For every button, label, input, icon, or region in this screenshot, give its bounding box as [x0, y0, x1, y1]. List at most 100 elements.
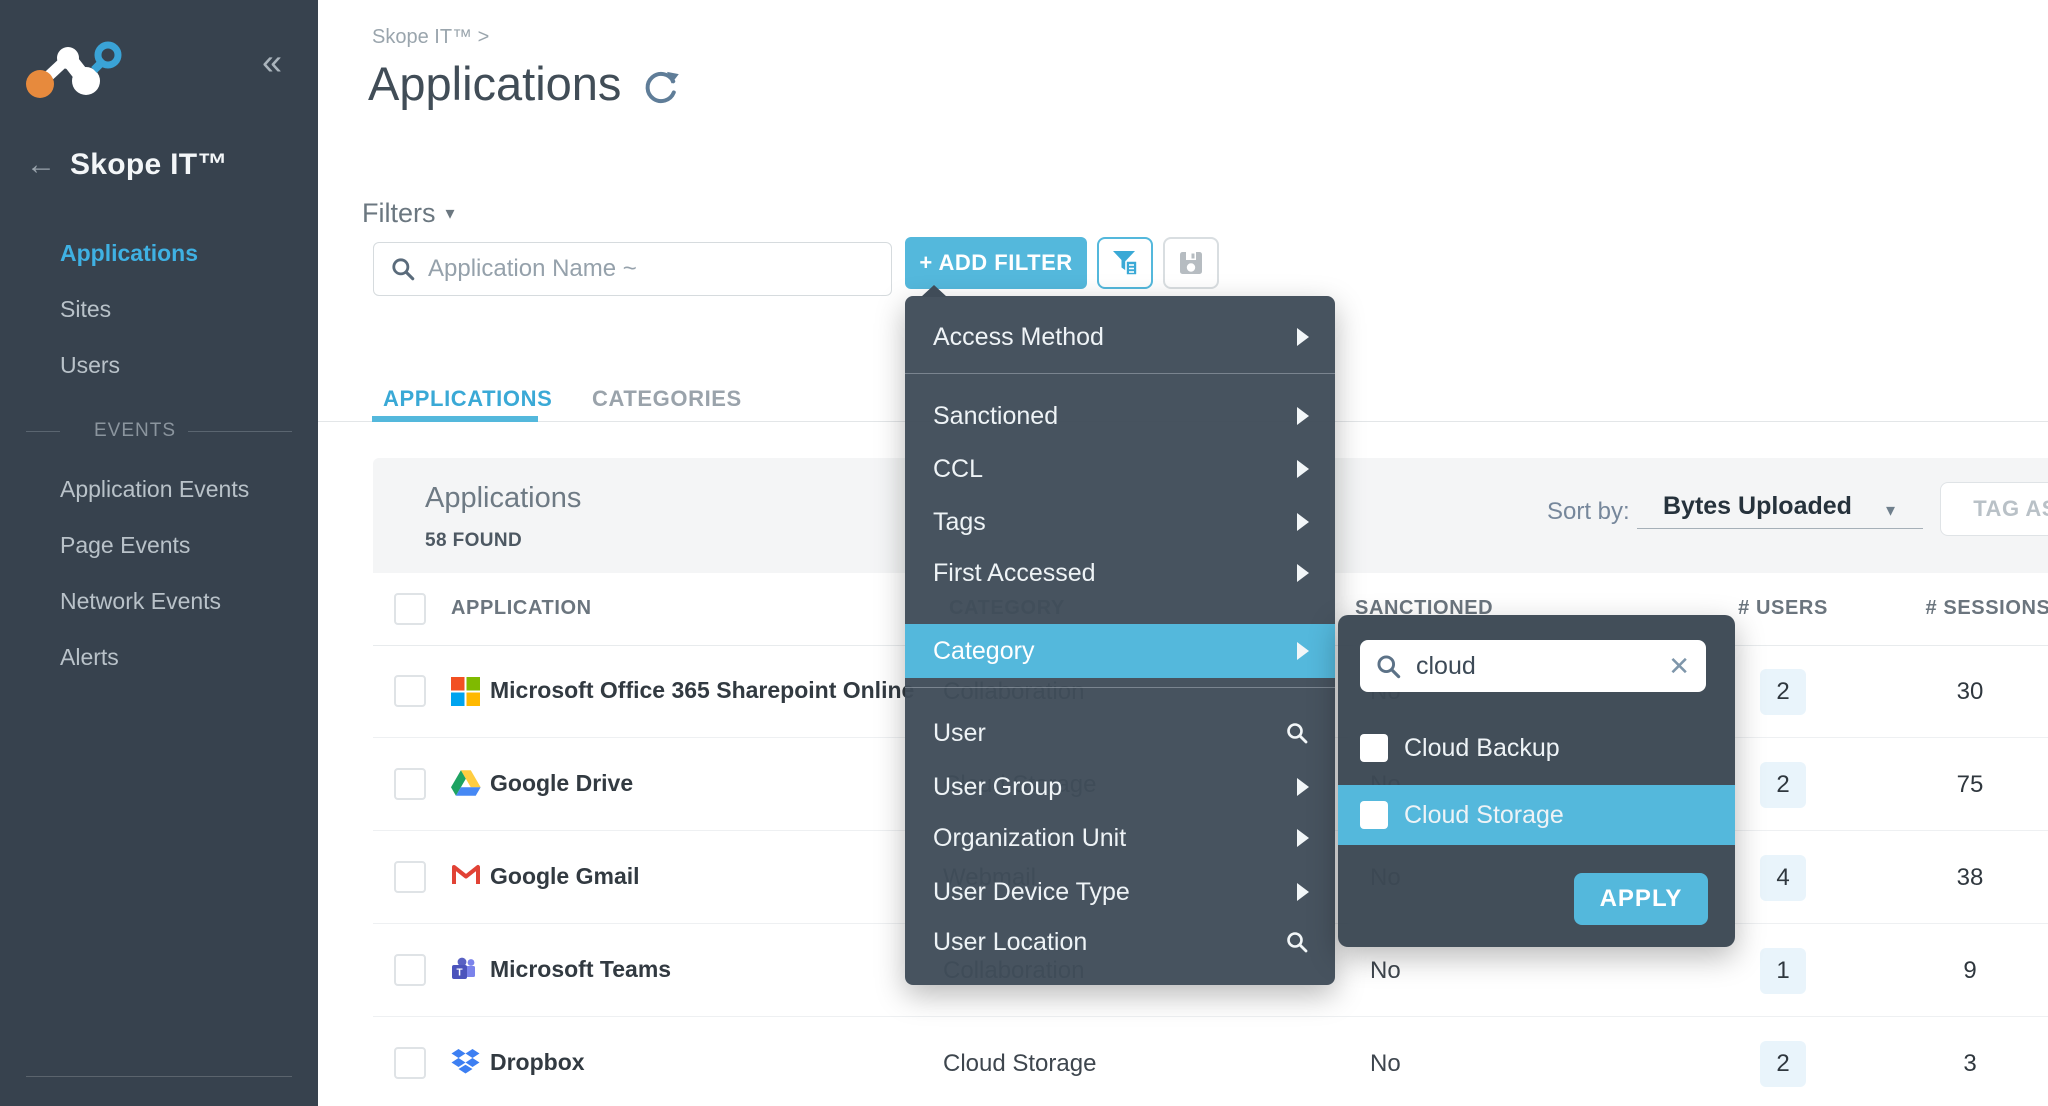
sidebar-section-events: EVENTS	[26, 420, 292, 442]
apply-button[interactable]: APPLY	[1574, 873, 1708, 925]
app-name: Dropbox	[490, 1049, 585, 1076]
add-filter-button[interactable]: + ADD FILTER	[905, 237, 1087, 289]
filter-menu-item-label: Category	[933, 637, 1034, 666]
submenu-arrow-icon	[1297, 328, 1309, 346]
filter-menu-item-first-accessed[interactable]: First Accessed	[905, 546, 1335, 600]
page-title: Applications	[368, 56, 681, 111]
svg-text:T: T	[456, 968, 462, 979]
submenu-arrow-icon	[1297, 460, 1309, 478]
refresh-icon[interactable]	[641, 68, 681, 108]
filter-menu-item-label: Tags	[933, 508, 986, 537]
sessions-count: 38	[1957, 864, 1984, 892]
tag-as-button[interactable]: TAG AS...	[1940, 482, 2048, 536]
category-search-input[interactable]	[1414, 641, 1668, 691]
filter-menu-item-ccl[interactable]: CCL	[905, 442, 1335, 496]
filter-menu-item-user[interactable]: User	[905, 706, 1335, 760]
app-sanctioned: No	[1370, 957, 1401, 985]
tab-categories[interactable]: CATEGORIES	[592, 386, 742, 412]
search-icon	[390, 256, 416, 282]
sort-by-label: Sort by:	[1547, 498, 1630, 526]
sidebar-collapse-icon[interactable]: «	[262, 44, 282, 80]
filters-toggle[interactable]: Filters ▾	[362, 198, 455, 229]
sidebar-title-text: Skope IT™	[70, 148, 228, 182]
select-all-checkbox[interactable]	[394, 593, 426, 625]
category-option-cloud-backup[interactable]: Cloud Backup	[1338, 718, 1735, 778]
row-checkbox[interactable]	[394, 768, 426, 800]
office365-icon	[451, 677, 480, 711]
panel-title: Applications	[425, 482, 581, 515]
search-icon	[1285, 721, 1309, 745]
clear-search-icon[interactable]: ✕	[1668, 651, 1690, 682]
sidebar-item-users[interactable]: Users	[60, 350, 120, 380]
row-checkbox[interactable]	[394, 861, 426, 893]
column-header-application[interactable]: APPLICATION	[451, 597, 592, 620]
submenu-arrow-icon	[1297, 513, 1309, 531]
submenu-arrow-icon	[1297, 642, 1309, 660]
menu-divider	[905, 373, 1335, 374]
teams-icon: T	[451, 956, 477, 987]
filter-menu-item-user-device-type[interactable]: User Device Type	[905, 865, 1335, 919]
skope-it-app: « ← Skope IT™ Applications Sites Users EVE…	[0, 0, 2048, 1106]
results-count: 58 FOUND	[425, 530, 522, 552]
sidebar-item-application-events[interactable]: Application Events	[60, 474, 249, 504]
sidebar-item-sites[interactable]: Sites	[60, 294, 111, 324]
app-name: Microsoft Office 365 Sharepoint Online	[490, 677, 914, 704]
filter-menu-item-label: User Group	[933, 773, 1062, 802]
filter-menu-item-label: User	[933, 719, 986, 748]
sessions-count: 9	[1963, 957, 1976, 985]
users-count-badge: 4	[1760, 855, 1806, 901]
application-name-input[interactable]	[426, 244, 880, 294]
column-header-sessions[interactable]: # SESSIONS	[1926, 597, 2048, 620]
filter-menu-item-user-group[interactable]: User Group	[905, 760, 1335, 814]
breadcrumb[interactable]: Skope IT™ >	[372, 26, 489, 49]
back-arrow-icon[interactable]: ←	[26, 150, 56, 180]
row-checkbox[interactable]	[394, 1047, 426, 1079]
category-option-checkbox[interactable]	[1360, 734, 1388, 762]
filter-menu-item-category[interactable]: Category	[905, 624, 1335, 678]
row-checkbox[interactable]	[394, 954, 426, 986]
sidebar-item-page-events[interactable]: Page Events	[60, 530, 190, 560]
saved-filters-button[interactable]	[1097, 237, 1153, 289]
sidebar-title: ← Skope IT™	[26, 148, 228, 182]
submenu-arrow-icon	[1297, 407, 1309, 425]
filter-menu-item-label: Sanctioned	[933, 402, 1058, 431]
category-option-cloud-storage[interactable]: Cloud Storage	[1338, 785, 1735, 845]
sidebar: « ← Skope IT™ Applications Sites Users EVE…	[0, 0, 318, 1106]
sessions-count: 75	[1957, 771, 1984, 799]
filter-list-icon	[1109, 247, 1141, 279]
app-category: Cloud Storage	[943, 1050, 1096, 1078]
sidebar-item-network-events[interactable]: Network Events	[60, 586, 221, 616]
filter-menu-item-organization-unit[interactable]: Organization Unit	[905, 811, 1335, 865]
category-option-label: Cloud Backup	[1404, 734, 1560, 763]
sidebar-item-applications[interactable]: Applications	[60, 238, 198, 268]
sidebar-item-alerts[interactable]: Alerts	[60, 642, 119, 672]
save-icon	[1177, 249, 1205, 277]
table-row[interactable]: DropboxCloud StorageNo23	[373, 1017, 2048, 1106]
save-filter-button[interactable]	[1163, 237, 1219, 289]
gmail-icon	[451, 863, 481, 892]
menu-divider	[905, 687, 1335, 688]
category-search: ✕	[1360, 640, 1706, 692]
category-option-checkbox[interactable]	[1360, 801, 1388, 829]
category-option-label: Cloud Storage	[1404, 801, 1564, 830]
tab-applications[interactable]: APPLICATIONS	[383, 386, 552, 412]
filter-menu-item-access-method[interactable]: Access Method	[905, 310, 1335, 364]
sort-by-select[interactable]: Bytes Uploaded ▾	[1637, 488, 1923, 529]
filter-menu-item-user-location[interactable]: User Location	[905, 915, 1335, 969]
submenu-arrow-icon	[1297, 829, 1309, 847]
users-count-badge: 2	[1760, 762, 1806, 808]
category-submenu: ✕ Cloud Backup Cloud Storage APPLY	[1338, 615, 1735, 947]
dropbox-icon	[451, 1049, 480, 1080]
users-count-badge: 2	[1760, 1041, 1806, 1087]
app-name: Microsoft Teams	[490, 956, 671, 983]
filter-menu-item-tags[interactable]: Tags	[905, 495, 1335, 549]
column-header-users[interactable]: # USERS	[1738, 597, 1828, 620]
submenu-arrow-icon	[1297, 883, 1309, 901]
filter-menu-item-sanctioned[interactable]: Sanctioned	[905, 389, 1335, 443]
sessions-count: 30	[1957, 678, 1984, 706]
filter-menu-item-label: CCL	[933, 455, 983, 484]
events-label: EVENTS	[60, 420, 188, 442]
filter-menu-item-label: First Accessed	[933, 559, 1096, 588]
row-checkbox[interactable]	[394, 675, 426, 707]
netskope-logo-icon	[22, 34, 126, 106]
